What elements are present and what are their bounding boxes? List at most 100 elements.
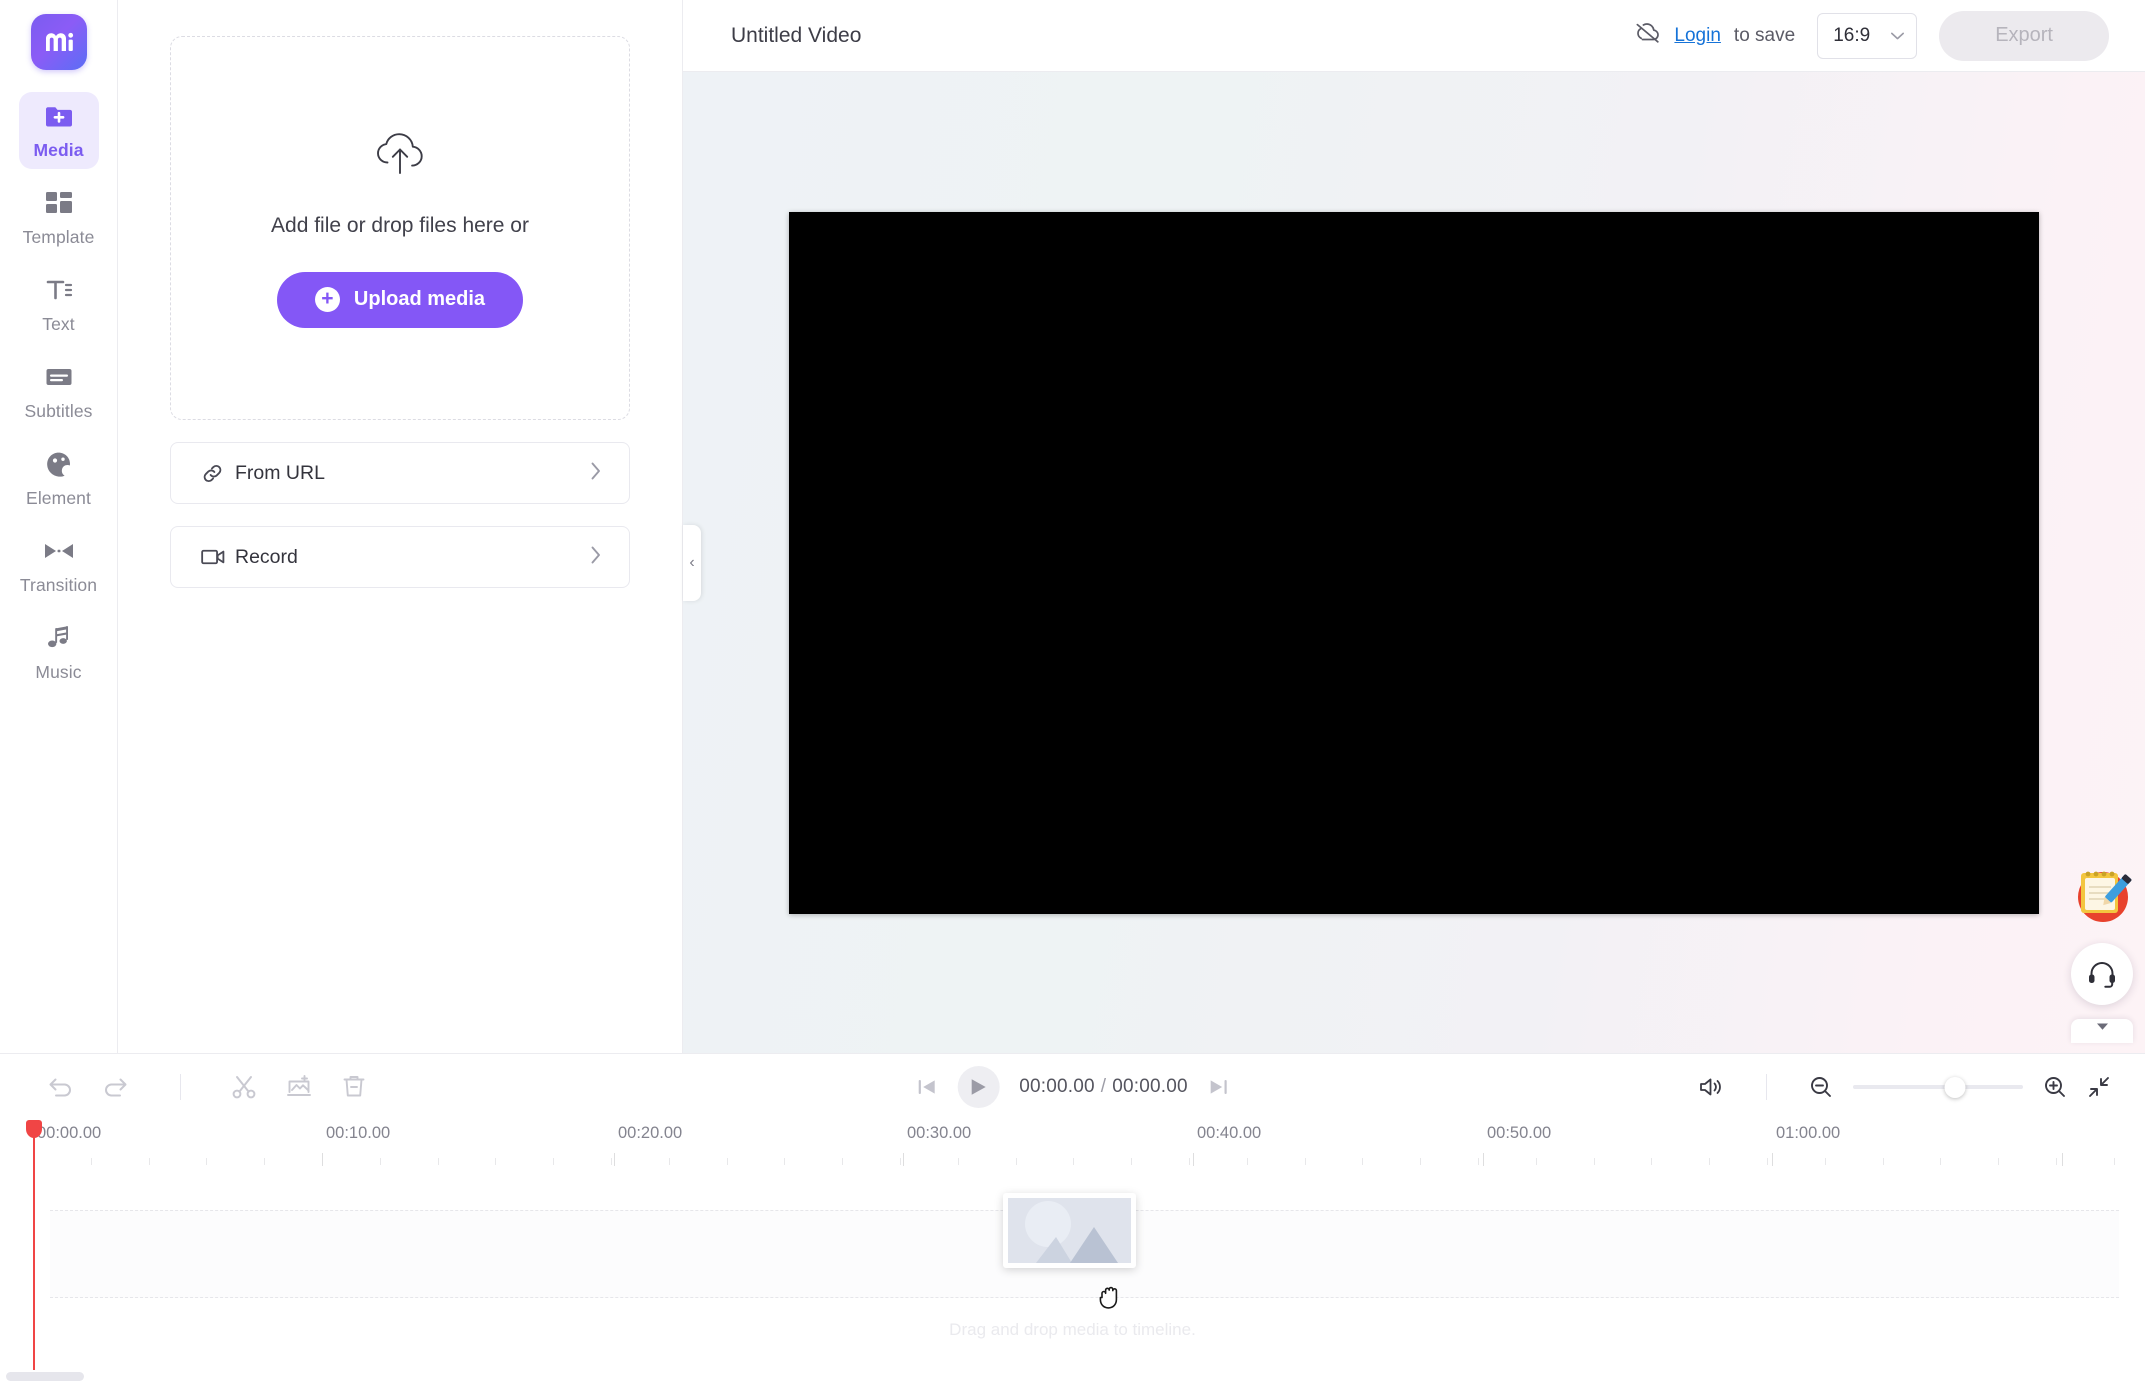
ruler-minor-tick: [1940, 1158, 1941, 1165]
ruler-label: 00:40.00: [1197, 1124, 1262, 1142]
plus-circle-icon: +: [314, 287, 340, 312]
playhead-handle[interactable]: [26, 1120, 42, 1138]
ruler-minor-tick: [1767, 1158, 1768, 1165]
headset-support-icon[interactable]: [2071, 943, 2133, 1005]
sticker-icon: [45, 449, 73, 479]
collapse-arrows-icon[interactable]: [2087, 1075, 2111, 1099]
ruler-minor-tick: [1883, 1158, 1884, 1165]
ruler-minor-tick: [1189, 1158, 1190, 1165]
ruler-minor-tick: [553, 1158, 554, 1165]
sidebar-item-element[interactable]: Element: [19, 440, 99, 517]
zoom-in-icon[interactable]: [2043, 1075, 2067, 1099]
sidebar-item-label: Subtitles: [24, 400, 93, 421]
ruler-label: 00:30.00: [907, 1124, 972, 1142]
sidebar-item-label: Element: [26, 487, 91, 508]
zoom-slider-track: [1853, 1085, 2023, 1089]
music-note-icon: [46, 623, 72, 653]
link-icon: [201, 462, 235, 485]
play-button[interactable]: [957, 1066, 1000, 1108]
sidebar-item-transition[interactable]: Transition: [19, 527, 99, 604]
redo-icon[interactable]: [102, 1075, 130, 1099]
ruler-minor-tick: [1362, 1158, 1363, 1165]
notepad-feedback-icon[interactable]: [2067, 859, 2137, 929]
cloud-upload-icon: [373, 129, 427, 184]
ruler-major-tick: [1483, 1153, 1484, 1166]
ruler-minor-tick: [438, 1158, 439, 1165]
panel-collapse-handle[interactable]: ‹: [683, 524, 701, 601]
file-dropzone[interactable]: Add file or drop files here or + Upload …: [170, 36, 630, 420]
app-logo[interactable]: [30, 14, 87, 70]
media-panel: Add file or drop files here or + Upload …: [118, 0, 683, 1053]
playhead[interactable]: [26, 1120, 42, 1370]
widgets-collapse-button[interactable]: [2071, 1019, 2133, 1043]
record-label: Record: [235, 545, 298, 568]
ruler-minor-tick: [2056, 1158, 2057, 1165]
ruler-minor-tick: [1247, 1158, 1248, 1165]
cloud-off-icon: [1635, 22, 1661, 50]
sidebar-item-label: Template: [22, 226, 95, 247]
ruler-minor-tick: [727, 1158, 728, 1165]
ruler-minor-tick: [91, 1158, 92, 1165]
skip-forward-icon[interactable]: [1208, 1076, 1230, 1098]
ruler-minor-tick: [1016, 1158, 1017, 1165]
timeline-toolbar: 00:00.00/00:00.00: [0, 1054, 2145, 1120]
undo-icon[interactable]: [46, 1075, 74, 1099]
login-link[interactable]: Login: [1674, 25, 1721, 47]
export-button[interactable]: Export: [1939, 10, 2109, 61]
zoom-slider[interactable]: [1853, 1076, 2023, 1098]
edit-tools: [46, 1074, 367, 1100]
ruler-major-tick: [1193, 1153, 1194, 1166]
video-preview-canvas[interactable]: [789, 211, 2039, 914]
trash-icon[interactable]: [341, 1074, 367, 1100]
from-url-row[interactable]: From URL: [170, 442, 630, 504]
chevron-right-icon: [589, 460, 603, 487]
sidebar-item-media[interactable]: Media: [18, 92, 99, 169]
volume-icon[interactable]: [1698, 1075, 1724, 1099]
ruler-minor-tick: [1651, 1158, 1652, 1165]
ruler-minor-tick: [1131, 1158, 1132, 1165]
sidebar-item-template[interactable]: Template: [19, 179, 99, 256]
ruler-label: 00:00.00: [37, 1124, 102, 1142]
ruler-minor-tick: [611, 1158, 612, 1165]
ruler-major-tick: [903, 1153, 904, 1166]
sidebar-item-music[interactable]: Music: [19, 614, 99, 691]
ruler-minor-tick: [495, 1158, 496, 1165]
toolbar-divider: [1766, 1074, 1767, 1100]
scissors-icon[interactable]: [231, 1074, 257, 1100]
ruler-major-tick: [1772, 1153, 1773, 1166]
sidebar-item-label: Media: [33, 139, 84, 160]
ruler-minor-tick: [958, 1158, 959, 1165]
page-title[interactable]: Untitled Video: [731, 24, 861, 48]
ruler-minor-tick: [2114, 1158, 2115, 1165]
ruler-minor-tick: [1073, 1158, 1074, 1165]
time-readout: 00:00.00/00:00.00: [1019, 1076, 1188, 1098]
skip-back-icon[interactable]: [915, 1076, 937, 1098]
preview-stage: Untitled Video Login to save 16:9 Export…: [683, 0, 2145, 1053]
floating-widgets: [2067, 859, 2137, 1043]
timeline-ruler[interactable]: 00:00.00 00:10.00 00:20.00 00:30.00 00:40.00…: [0, 1120, 2145, 1172]
upper-region: Media Template Text Subtitles Element Tr…: [0, 0, 2145, 1053]
current-time: 00:00.00: [1019, 1076, 1095, 1097]
ruler-label: 00:50.00: [1487, 1124, 1552, 1142]
ruler-minor-tick: [900, 1158, 901, 1165]
ruler-major-tick: [322, 1153, 323, 1166]
toolbar-divider: [180, 1074, 181, 1100]
zoom-out-icon[interactable]: [1809, 1075, 1833, 1099]
timeline-horizontal-scrollbar[interactable]: [6, 1372, 84, 1381]
upload-media-button[interactable]: + Upload media: [276, 271, 524, 328]
sidebar-item-text[interactable]: Text: [19, 266, 99, 343]
sidebar-item-subtitles[interactable]: Subtitles: [19, 353, 99, 430]
aspect-ratio-select[interactable]: 16:9: [1817, 12, 1918, 59]
drag-ghost-thumbnail: [1003, 1193, 1136, 1268]
ruler-minor-tick: [1825, 1158, 1826, 1165]
stage-header: Untitled Video Login to save 16:9 Export: [683, 0, 2145, 72]
total-time: 00:00.00: [1112, 1076, 1188, 1097]
ruler-label: 00:10.00: [326, 1124, 391, 1142]
ruler-minor-tick: [842, 1158, 843, 1165]
add-image-icon[interactable]: [285, 1074, 313, 1100]
dropzone-text: Add file or drop files here or: [271, 213, 529, 237]
record-row[interactable]: Record: [170, 526, 630, 588]
zoom-slider-thumb[interactable]: [1944, 1076, 1966, 1098]
ruler-major-tick: [2062, 1153, 2063, 1166]
video-editor-app: Media Template Text Subtitles Element Tr…: [0, 0, 2145, 1384]
